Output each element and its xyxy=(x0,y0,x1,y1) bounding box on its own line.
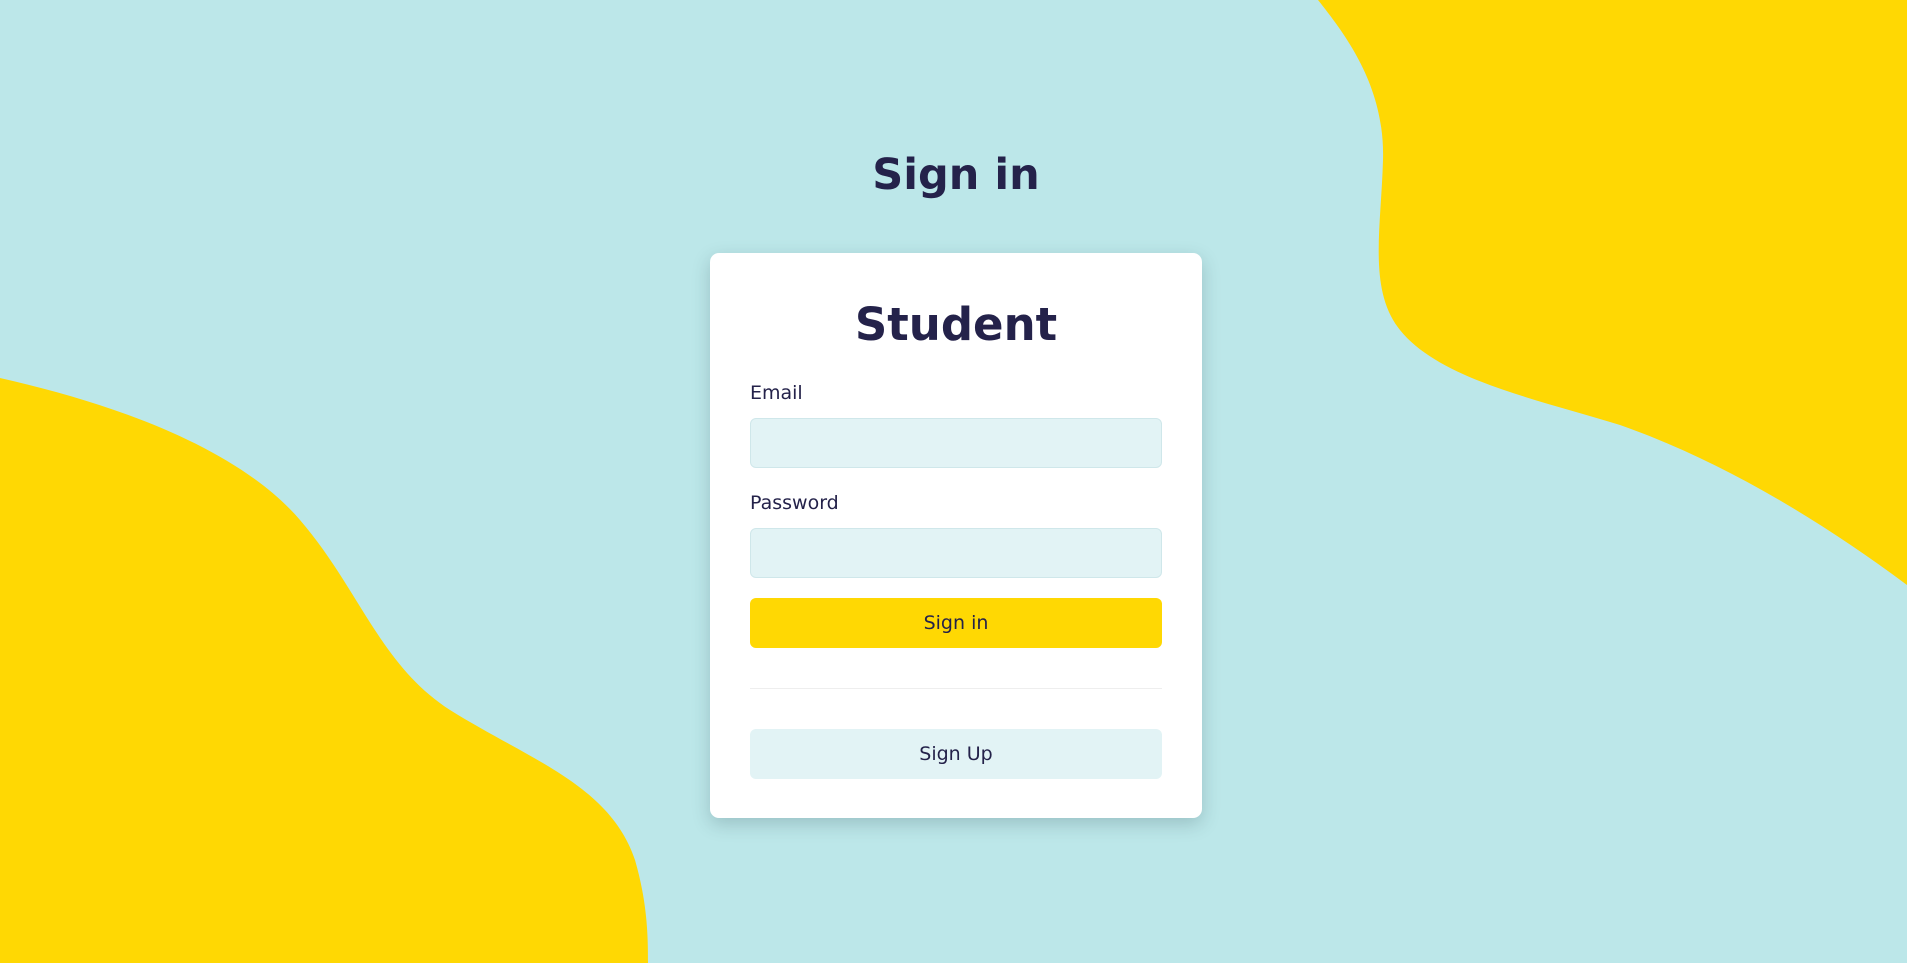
login-card: Student Email Password Sign in Sign Up xyxy=(710,253,1202,818)
password-field[interactable] xyxy=(750,528,1162,578)
card-title: Student xyxy=(854,298,1058,351)
page-title: Sign in xyxy=(872,150,1040,200)
email-field[interactable] xyxy=(750,418,1162,468)
email-label: Email xyxy=(750,382,803,404)
top-right-blob xyxy=(1318,0,1907,585)
password-label: Password xyxy=(750,492,839,514)
divider xyxy=(750,688,1162,689)
sign-in-button[interactable]: Sign in xyxy=(750,598,1162,648)
sign-up-button[interactable]: Sign Up xyxy=(750,729,1162,779)
bottom-left-blob xyxy=(0,378,648,963)
